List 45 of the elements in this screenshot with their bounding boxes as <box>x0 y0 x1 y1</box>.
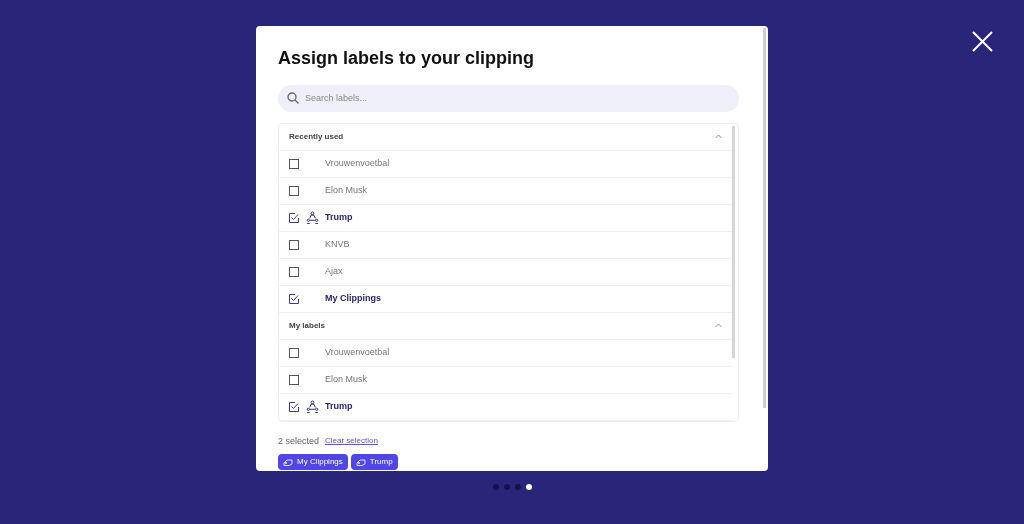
checkbox[interactable] <box>289 293 299 304</box>
label-row[interactable]: KNVB <box>279 231 732 259</box>
label-row[interactable]: Vrouwenvoetbal <box>279 339 732 367</box>
checkbox[interactable] <box>289 212 299 223</box>
label-name: Trump <box>325 210 353 224</box>
checkbox[interactable] <box>289 158 299 169</box>
label-row[interactable]: Elon Musk <box>279 366 732 394</box>
section-title: Recently used <box>289 130 344 143</box>
dialog-title: Assign labels to your clipping <box>278 47 536 70</box>
section-header[interactable]: Recently used <box>279 123 732 151</box>
checkbox[interactable] <box>289 347 299 358</box>
label-name: Elon Musk <box>325 372 368 386</box>
label-chip[interactable]: Trump <box>350 454 398 470</box>
label-name: Elon Musk <box>325 183 368 197</box>
checkbox[interactable] <box>289 185 299 196</box>
scrollbar[interactable] <box>763 28 766 408</box>
label-name: Vrouwenvoetbal <box>325 345 390 359</box>
label-name: Vrouwenvoetbal <box>325 156 390 170</box>
section-title: My labels <box>289 319 325 332</box>
label-row[interactable]: Trump <box>279 204 732 232</box>
checkbox[interactable] <box>289 401 299 412</box>
tag-icon <box>283 458 293 466</box>
label-chip[interactable]: My Clippings <box>278 454 348 470</box>
scrollbar[interactable] <box>732 125 735 358</box>
label-name: Ajax <box>325 264 343 278</box>
label-row[interactable]: Vrouwenvoetbal <box>279 150 732 178</box>
label-row[interactable]: Elon Musk <box>279 177 732 205</box>
checkbox[interactable] <box>289 266 299 277</box>
label-name: Trump <box>325 399 353 413</box>
label-name: My Clippings <box>325 291 381 305</box>
group-icon <box>306 400 319 413</box>
search-field[interactable]: Search labels... <box>278 84 739 112</box>
checkbox[interactable] <box>289 374 299 385</box>
close-icon[interactable] <box>972 31 993 52</box>
label-row[interactable]: Trump <box>279 393 732 421</box>
clear-selection-link[interactable]: Clear selection <box>325 435 378 448</box>
section-header[interactable]: My labels <box>279 312 732 340</box>
label-row[interactable]: My Clippings <box>279 285 732 313</box>
selection-count: 2 selected <box>278 434 320 448</box>
label-row[interactable]: Ajax <box>279 258 732 286</box>
checkbox[interactable] <box>289 239 299 250</box>
group-icon <box>306 211 319 224</box>
search-icon <box>287 92 299 104</box>
tag-icon <box>355 458 366 466</box>
label-name: KNVB <box>325 237 350 251</box>
